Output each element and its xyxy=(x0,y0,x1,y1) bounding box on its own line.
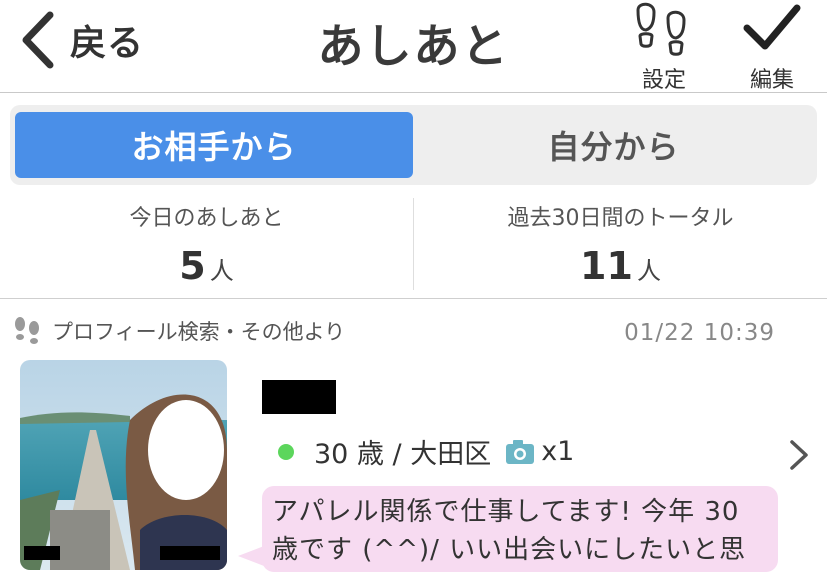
online-status-dot xyxy=(278,443,294,460)
profile-message-bubble: アパレル関係で仕事してます! 今年 30 歳です (^^)/ いい出会いにしたい… xyxy=(262,486,778,572)
today-unit: 人 xyxy=(209,257,234,285)
settings-label: 設定 xyxy=(641,68,686,93)
top-bar: 戻る あしあと 設定 編集 xyxy=(0,0,827,93)
name-redaction xyxy=(262,380,336,414)
total-count: 11 xyxy=(580,244,633,288)
profile-meta: 30 歳 / 大田区 x1 xyxy=(278,432,574,471)
today-stat: 今日のあしあと 5人 xyxy=(0,192,413,288)
chevron-right-icon[interactable] xyxy=(788,438,810,472)
settings-button[interactable]: 設定 xyxy=(628,0,700,94)
tab-from-me[interactable]: 自分から xyxy=(415,112,812,178)
profile-age-location: 30 歳 / 大田区 xyxy=(314,439,492,470)
tab-from-others[interactable]: お相手から xyxy=(15,112,413,178)
edit-label: 編集 xyxy=(749,68,794,93)
source-row: プロフィール検索・その他より xyxy=(12,316,345,346)
visit-timestamp: 01/22 10:39 xyxy=(624,320,775,346)
camera-icon xyxy=(506,439,535,464)
today-label: 今日のあしあと xyxy=(129,206,284,231)
stats-panel: 今日のあしあと 5人 過去30日間のトータル 11 人 xyxy=(0,192,827,299)
photo-count: x1 xyxy=(541,436,575,467)
checkmark-icon xyxy=(743,4,801,50)
profile-photo xyxy=(20,360,227,570)
edit-button[interactable]: 編集 xyxy=(738,0,806,94)
page-title: あしあと xyxy=(317,19,510,73)
footprints-icon xyxy=(636,2,686,56)
avatar[interactable] xyxy=(20,360,227,570)
footprints-icon xyxy=(15,317,39,344)
total-unit: 人 xyxy=(636,257,661,285)
tab-bar: お相手から 自分から xyxy=(10,105,817,185)
source-text: プロフィール検索・その他より xyxy=(52,320,346,344)
total-stat: 過去30日間のトータル 11 人 xyxy=(414,192,827,288)
total-label: 過去30日間のトータル xyxy=(507,206,734,231)
today-count: 5 xyxy=(179,244,206,288)
bubble-tail xyxy=(238,546,264,566)
visitor-list-item[interactable]: プロフィール検索・その他より 01/22 10:39 30 歳 / 大田区 x1… xyxy=(0,300,827,581)
